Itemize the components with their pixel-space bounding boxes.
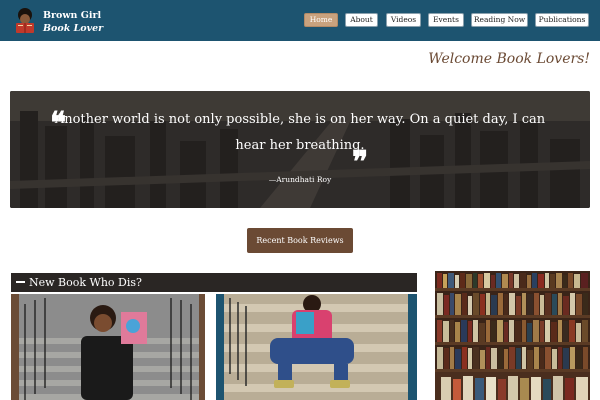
- site-header: Brown Girl Book Lover Home About Videos …: [0, 0, 600, 41]
- minus-icon[interactable]: [16, 281, 25, 283]
- quote-text: Another world is not only possible, she …: [54, 112, 546, 153]
- nav-events[interactable]: Events: [428, 13, 464, 27]
- section-header-new-book[interactable]: New Book Who Dis?: [11, 273, 417, 292]
- quote-attribution: —Arundhati Roy: [268, 175, 332, 184]
- bookshelf-image: [435, 271, 590, 400]
- welcome-heading: Welcome Book Lovers!: [428, 51, 590, 67]
- nav-home[interactable]: Home: [304, 13, 338, 27]
- photo-reader-on-stairs-right: [216, 294, 417, 400]
- nav-publications[interactable]: Publications: [535, 13, 589, 27]
- photo-bookshelves: [435, 271, 590, 400]
- main-nav: Home About Videos Events Reading Now Pub…: [0, 13, 600, 27]
- close-quote-icon: ❞: [352, 145, 369, 180]
- section-title: New Book Who Dis?: [29, 276, 142, 289]
- recent-book-reviews-button[interactable]: Recent Book Reviews: [247, 228, 353, 253]
- nav-videos[interactable]: Videos: [386, 13, 421, 27]
- stairs-photo-right: [216, 294, 417, 400]
- photo-reader-on-stairs-left: [11, 294, 205, 400]
- hero-quote-banner: ❝ Another world is not only possible, sh…: [10, 91, 590, 208]
- nav-reading-now[interactable]: Reading Now: [471, 13, 528, 27]
- stairs-photo-left: [11, 294, 205, 400]
- nav-about[interactable]: About: [345, 13, 378, 27]
